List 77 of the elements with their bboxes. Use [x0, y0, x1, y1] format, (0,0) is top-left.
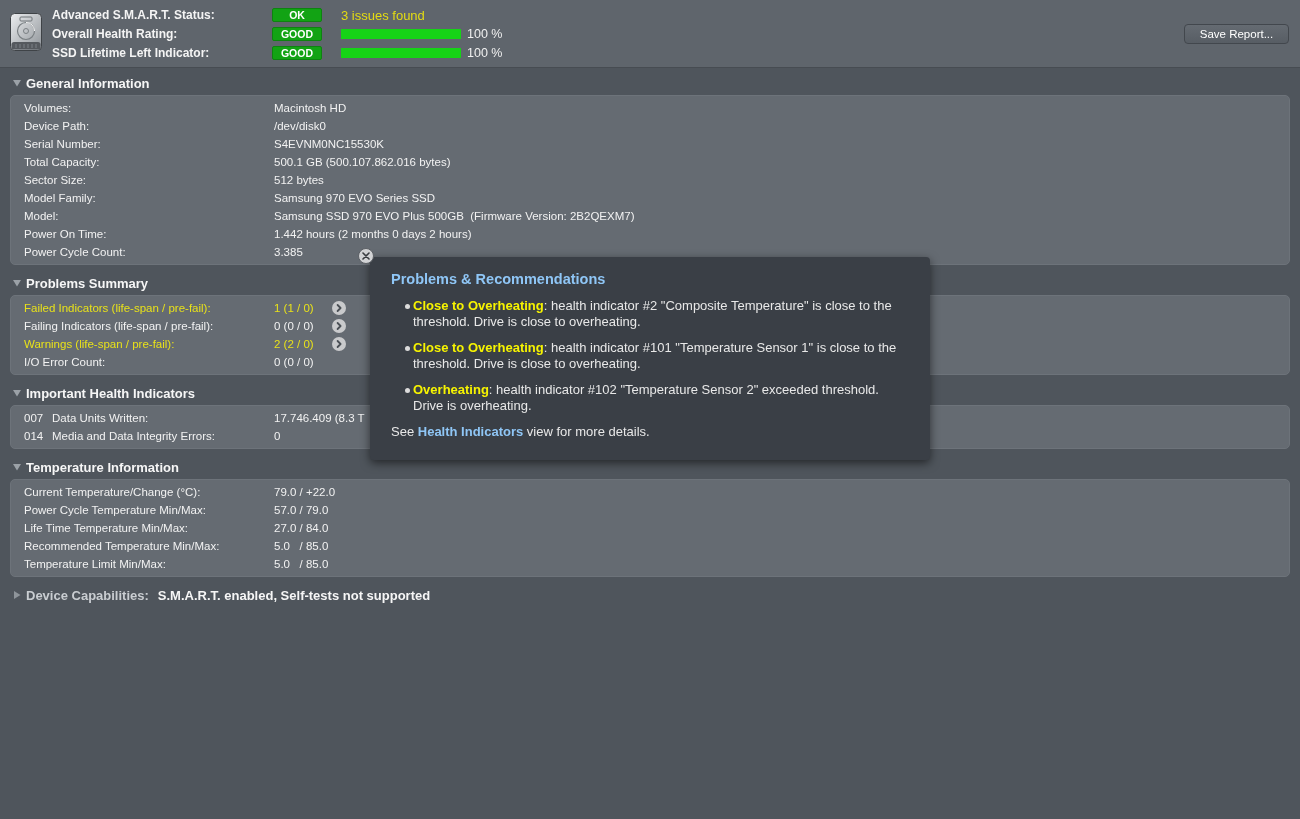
info-label: Data Units Written: — [52, 412, 150, 424]
section-title: Problems Summary — [26, 275, 149, 291]
details-note: See Health Indicators view for more details. — [391, 424, 650, 440]
status-label: Overall Health Rating: — [52, 27, 179, 41]
info-value: 27.0 / 84.0 — [274, 522, 329, 534]
info-label: Model Family: — [24, 192, 97, 204]
info-label: Sector Size: — [24, 174, 87, 186]
info-label: I/O Error Count: — [24, 356, 107, 368]
issues-note: 3 issues found — [341, 7, 425, 23]
bullet-icon — [405, 345, 410, 351]
expanded-triangle-icon[interactable] — [13, 279, 21, 287]
expanded-triangle-icon[interactable] — [13, 389, 21, 397]
info-value: 0 — [274, 430, 281, 442]
section-title: Important Health Indicators — [26, 385, 196, 401]
info-label: Current Temperature/Change (°C): — [24, 486, 202, 498]
expanded-triangle-icon[interactable] — [13, 79, 21, 87]
info-value: 500.1 GB (500.107.862.016 bytes) — [274, 156, 451, 168]
info-value: 0 (0 / 0) — [274, 356, 315, 368]
status-badge: GOOD — [272, 46, 322, 60]
health-indicators-link[interactable]: Health Indicators — [417, 424, 524, 439]
chevron-circle-icon[interactable] — [332, 301, 346, 315]
info-value: S4EVNM0NC15530K — [274, 138, 384, 150]
info-value: 0 (0 / 0) — [274, 320, 315, 332]
info-label: Power Cycle Temperature Min/Max: — [24, 504, 207, 516]
save-report-button[interactable]: Save Report... — [1184, 24, 1289, 44]
status-badge: OK — [272, 8, 322, 22]
info-value: Samsung 970 EVO Series SSD — [274, 192, 436, 204]
info-label: Temperature Limit Min/Max: — [24, 558, 167, 570]
bullet-icon — [405, 387, 410, 393]
info-value: 17.746.409 (8.3 T — [274, 412, 365, 424]
status-label: Advanced S.M.A.R.T. Status: — [52, 8, 216, 22]
info-label: Model: — [24, 210, 60, 222]
info-value: /dev/disk0 — [274, 120, 326, 132]
recommendation-text: Close to Overheating: health indicator #101 "Temperature Sensor 1" is close to the threshold. Drive is close to overheating. — [413, 340, 898, 372]
hard-drive-icon — [10, 13, 42, 51]
info-value: 79.0 / +22.0 — [274, 486, 336, 498]
info-value: Samsung SSD 970 EVO Plus 500GB (Firmware Version: 2B2QEXM7) — [274, 210, 635, 222]
info-label: Recommended Temperature Min/Max: — [24, 540, 221, 552]
info-value: 3.385 — [274, 246, 303, 258]
health-percent: 100 % — [467, 27, 503, 41]
bullet-icon — [405, 303, 410, 309]
section-title: General Information — [26, 75, 150, 91]
popup-title: Problems & Recommendations — [391, 270, 606, 288]
recommendation-text: Overheating: health indicator #102 "Temperature Sensor 2" exceeded threshold. Drive is overheating. — [413, 382, 880, 414]
info-value: 5.0 / 85.0 — [274, 558, 329, 570]
chevron-circle-icon[interactable] — [332, 337, 346, 351]
info-label: Power Cycle Count: — [24, 246, 127, 258]
info-value: 1.442 hours (2 months 0 days 2 hours) — [274, 228, 472, 240]
info-label: Total Capacity: — [24, 156, 101, 168]
section-title: Temperature Information — [26, 459, 179, 475]
info-label: Media and Data Integrity Errors: — [52, 430, 216, 442]
info-value: 512 bytes — [274, 174, 324, 186]
info-value: 5.0 / 85.0 — [274, 540, 329, 552]
expanded-triangle-icon[interactable] — [13, 463, 21, 471]
chevron-circle-icon[interactable] — [332, 319, 346, 333]
indicator-id: 014 — [24, 430, 45, 442]
indicator-id: 007 — [24, 412, 45, 424]
info-value: Macintosh HD — [274, 102, 347, 114]
section-title: Device Capabilities: — [26, 587, 149, 603]
info-label: Warnings (life-span / pre-fail): — [24, 338, 176, 350]
info-label: Failed Indicators (life-span / pre-fail): — [24, 302, 212, 314]
close-icon — [362, 252, 370, 260]
recommendation-text: Close to Overheating: health indicator #2 "Composite Temperature" is close to the threshold. Drive is close to overheating. — [413, 298, 893, 330]
info-value: 2 (2 / 0) — [274, 338, 315, 350]
info-label: Life Time Temperature Min/Max: — [24, 522, 190, 534]
info-label: Serial Number: — [24, 138, 102, 150]
collapsed-triangle-icon[interactable] — [13, 591, 21, 599]
health-percent: 100 % — [467, 46, 503, 60]
status-label: SSD Lifetime Left Indicator: — [52, 46, 211, 60]
info-value: 57.0 / 79.0 — [274, 504, 329, 516]
section-summary: S.M.A.R.T. enabled, Self-tests not supported — [157, 587, 431, 603]
status-badge: GOOD — [272, 27, 322, 41]
info-label: Failing Indicators (life-span / pre-fail): — [24, 320, 215, 332]
info-value: 1 (1 / 0) — [274, 302, 315, 314]
info-label: Power On Time: — [24, 228, 108, 240]
info-label: Volumes: — [24, 102, 73, 114]
info-label: Device Path: — [24, 120, 91, 132]
